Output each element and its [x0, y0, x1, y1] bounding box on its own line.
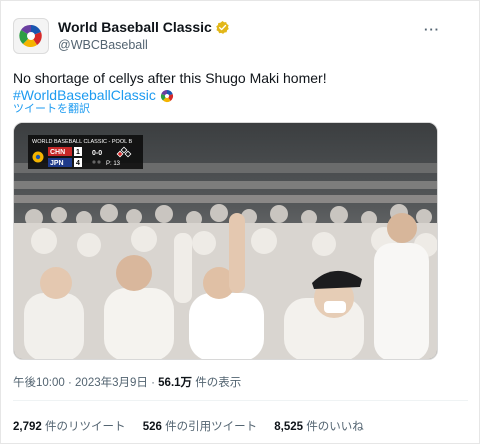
verified-badge-icon: [215, 20, 230, 38]
engagement-stats: 2,792 件のリツイート 526 件の引用ツイート 8,525 件のいいね: [13, 418, 378, 434]
tweet-meta: 午後10:00 · 2023年3月9日 · 56.1万 件の表示: [13, 374, 241, 390]
tweet-media-video[interactable]: WORLD BASEBALL CLASSIC - POOL B CHN JPN …: [13, 122, 438, 360]
quote-count: 526: [142, 421, 162, 433]
tweet-date[interactable]: 2023年3月9日: [75, 377, 148, 389]
team-code-jpn: JPN: [50, 160, 64, 167]
scoreboard-title: WORLD BASEBALL CLASSIC - POOL B: [32, 139, 132, 145]
tweet-time[interactable]: 午後10:00: [13, 377, 65, 389]
pitch-count: P: 13: [106, 161, 121, 167]
view-count: 56.1万: [158, 377, 193, 389]
wbc-logo-icon: [19, 24, 42, 48]
ball-strike-count: 0-0: [92, 150, 102, 157]
view-count-label: 件の表示: [195, 377, 242, 389]
team-code-chn: CHN: [50, 149, 65, 156]
account-name[interactable]: World Baseball Classic: [58, 19, 230, 38]
meta-separator: ·: [151, 377, 155, 389]
account-name-text: World Baseball Classic: [58, 19, 212, 35]
team-score-chn: 1: [76, 149, 80, 156]
divider: [13, 400, 468, 401]
retweet-count: 2,792: [13, 421, 42, 433]
more-options-icon[interactable]: ···: [424, 22, 440, 37]
account-handle[interactable]: @WBCBaseball: [58, 38, 148, 52]
like-count: 8,525: [274, 421, 304, 433]
likes-stat[interactable]: 8,525 件のいいね: [274, 421, 363, 433]
stadium-crowd-image: WORLD BASEBALL CLASSIC - POOL B CHN JPN …: [14, 123, 437, 359]
like-label: 件のいいね: [306, 421, 364, 433]
retweet-label: 件のリツイート: [44, 421, 126, 433]
wbc-hashflag-icon: [160, 89, 174, 106]
meta-separator: ·: [67, 377, 72, 389]
quote-label: 件の引用ツイート: [165, 421, 258, 433]
team-score-jpn: 4: [76, 160, 80, 167]
retweets-stat[interactable]: 2,792 件のリツイート: [13, 421, 125, 433]
avatar[interactable]: [13, 18, 49, 54]
quotes-stat[interactable]: 526 件の引用ツイート: [143, 421, 257, 433]
tweet-text: No shortage of cellys after this Shugo M…: [13, 70, 327, 86]
translate-link[interactable]: ツイートを翻訳: [13, 100, 90, 116]
